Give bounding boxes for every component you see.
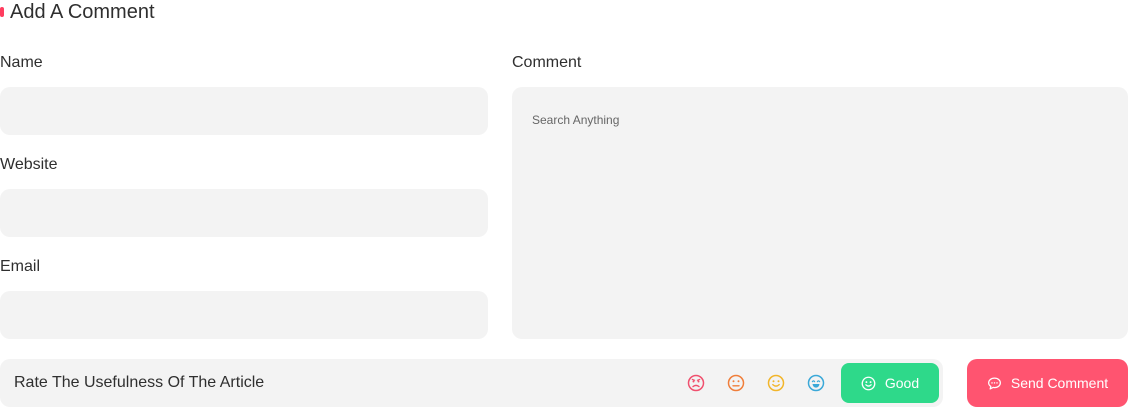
email-input[interactable] bbox=[0, 291, 488, 339]
smile-face-icon[interactable] bbox=[767, 374, 785, 392]
send-comment-button[interactable]: Send Comment bbox=[967, 359, 1128, 407]
rating-prompt: Rate The Usefulness Of The Article bbox=[14, 374, 265, 391]
happy-face-icon[interactable] bbox=[807, 374, 825, 392]
send-comment-label: Send Comment bbox=[1010, 375, 1109, 391]
good-button-label: Good bbox=[884, 375, 920, 391]
form-title: Add A Comment bbox=[10, 1, 155, 23]
smile-face-icon bbox=[861, 376, 876, 391]
name-label: Name bbox=[0, 54, 43, 71]
rating-bar: Rate The Usefulness Of The Article bbox=[0, 359, 943, 407]
rating-good-button[interactable]: Good bbox=[841, 363, 939, 403]
neutral-face-icon[interactable] bbox=[727, 374, 745, 392]
website-label: Website bbox=[0, 156, 58, 173]
title-accent-bar bbox=[0, 7, 4, 17]
chat-bubble-icon bbox=[987, 376, 1002, 391]
comment-textarea[interactable] bbox=[512, 87, 1128, 339]
comment-label: Comment bbox=[512, 54, 582, 71]
website-input[interactable] bbox=[0, 189, 488, 237]
comment-form: Add A Comment Name Website Email Comment… bbox=[0, 0, 1128, 407]
form-header: Add A Comment bbox=[0, 0, 155, 24]
angry-face-icon[interactable] bbox=[687, 374, 705, 392]
email-label: Email bbox=[0, 258, 41, 275]
name-input[interactable] bbox=[0, 87, 488, 135]
